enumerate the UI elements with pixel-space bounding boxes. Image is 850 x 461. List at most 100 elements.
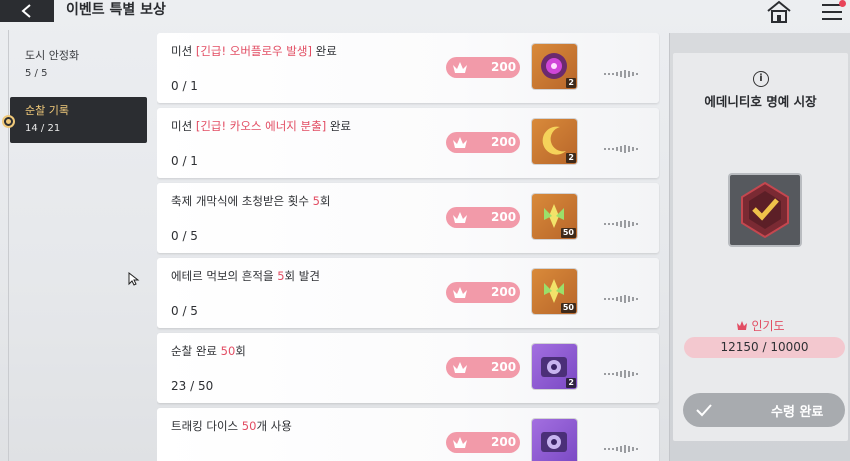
mission-title-text: 미션 xyxy=(171,44,196,58)
sidebar-item-label: 도시 안정화 xyxy=(25,49,80,62)
item-quantity: 50 xyxy=(560,303,576,313)
mission-title: 미션 [긴급! 카오스 에너지 분출] 완료 xyxy=(171,118,351,134)
mission-title-text: 축제 개막식에 초청받은 횟수 xyxy=(171,194,313,208)
mission-card[interactable]: 순찰 완료 50회 23 / 50 200 2 xyxy=(157,333,659,403)
popularity-value: 12150 / 10000 xyxy=(684,337,845,358)
reward-amount: 200 xyxy=(491,285,517,299)
mission-title: 미션 [긴급! 오버플로우 발생] 완료 xyxy=(171,43,337,59)
mission-title-text: 미션 xyxy=(171,119,196,133)
mission-title: 트래킹 다이스 50개 사용 xyxy=(171,418,292,434)
sidebar-item-count: 5 / 5 xyxy=(25,68,48,79)
mission-card[interactable]: 축제 개막식에 초청받은 횟수 5회 0 / 5 200 50 xyxy=(157,183,659,253)
checkmark-badge-icon xyxy=(730,175,800,245)
header: 이벤트 특별 보상 xyxy=(0,0,850,24)
popularity-icon xyxy=(737,321,748,330)
mission-title-text: 개 사용 xyxy=(256,419,292,433)
mission-list[interactable]: 미션 [긴급! 오버플로우 발생] 완료 0 / 1 200 2 미션 [긴급! 카오스… xyxy=(157,33,660,461)
sidebar-divider xyxy=(8,30,9,461)
popularity-icon xyxy=(451,284,469,302)
popularity-reward-pill: 200 xyxy=(446,132,520,153)
camera-icon[interactable]: 2 xyxy=(532,344,577,389)
sidebar-item-patrol-record[interactable]: 순찰 기록 14 / 21 xyxy=(10,97,147,143)
popularity-reward-pill: 200 xyxy=(446,432,520,453)
mission-title: 축제 개막식에 초청받은 횟수 5회 xyxy=(171,193,331,209)
item-quantity: 2 xyxy=(566,153,576,163)
claim-complete-button[interactable]: 수령 완료 xyxy=(683,393,845,427)
popularity-icon xyxy=(451,434,469,452)
mission-card[interactable]: 에테르 먹보의 흔적을 5회 발견 0 / 5 200 50 xyxy=(157,258,659,328)
mission-card[interactable]: 미션 [긴급! 카오스 에너지 분출] 완료 0 / 1 200 2 xyxy=(157,108,659,178)
reward-amount: 200 xyxy=(491,135,517,149)
home-icon xyxy=(767,0,791,23)
camera-icon[interactable] xyxy=(532,419,577,461)
mission-card[interactable]: 미션 [긴급! 오버플로우 발생] 완료 0 / 1 200 2 xyxy=(157,33,659,103)
check-icon xyxy=(696,404,712,417)
waveform-icon xyxy=(604,439,638,453)
item-quantity: 50 xyxy=(560,228,576,238)
wing-crystal-icon[interactable]: 50 xyxy=(532,194,577,239)
waveform-icon xyxy=(604,64,638,78)
mission-title-text: 회 xyxy=(235,344,246,358)
popularity-reward-pill: 200 xyxy=(446,357,520,378)
mission-progress: 0 / 1 xyxy=(171,154,198,168)
mission-title-text: 완료 xyxy=(311,44,337,58)
info-icon[interactable]: i xyxy=(753,71,769,87)
mission-title-text: 회 xyxy=(319,194,331,208)
active-marker xyxy=(2,115,15,128)
reward-amount: 200 xyxy=(491,435,517,449)
market-name: 에데니티호 명예 시장 xyxy=(704,94,817,109)
mission-title-text: 회 발견 xyxy=(284,269,320,283)
waveform-icon xyxy=(604,214,638,228)
moon-icon[interactable]: 2 xyxy=(532,119,577,164)
popularity-icon xyxy=(451,359,469,377)
mission-progress: 23 / 50 xyxy=(171,379,214,393)
claim-button-label: 수령 완료 xyxy=(771,404,824,420)
mission-title-highlight: 5 xyxy=(312,194,320,208)
sidebar-item-city-stabilization[interactable]: 도시 안정화 5 / 5 xyxy=(10,42,147,88)
popularity-icon xyxy=(451,59,469,77)
popularity-icon xyxy=(451,209,469,227)
notification-dot xyxy=(839,0,846,7)
mission-card[interactable]: 트래킹 다이스 50개 사용 200 xyxy=(157,408,659,461)
popularity-reward-pill: 200 xyxy=(446,57,520,78)
mission-title-text: 트래킹 다이스 xyxy=(171,419,242,433)
wing-crystal-icon[interactable]: 50 xyxy=(532,269,577,314)
mission-title-highlight: 50 xyxy=(241,419,257,433)
sidebar: 도시 안정화 5 / 5 순찰 기록 14 / 21 xyxy=(0,30,155,461)
mission-title-highlight: 50 xyxy=(220,344,236,358)
mission-title-text: 완료 xyxy=(326,119,352,133)
back-arrow-icon xyxy=(21,4,31,18)
item-quantity: 2 xyxy=(566,78,576,88)
mission-title-text: 에테르 먹보의 흔적을 xyxy=(171,269,278,283)
waveform-icon xyxy=(604,364,638,378)
popularity-icon xyxy=(451,134,469,152)
sidebar-item-count: 14 / 21 xyxy=(25,123,61,134)
mouse-cursor-icon xyxy=(128,272,140,286)
mission-title: 순찰 완료 50회 xyxy=(171,343,246,359)
sidebar-item-label: 순찰 기록 xyxy=(25,104,69,117)
mission-title-highlight: 5 xyxy=(277,269,285,283)
menu-button[interactable] xyxy=(818,0,848,24)
popularity-label-text: 인기도 xyxy=(751,319,785,333)
mission-title-highlight: [긴급! 오버플로우 발생] xyxy=(195,44,312,58)
mission-title-text: 순찰 완료 xyxy=(171,344,221,358)
mission-title-highlight: [긴급! 카오스 에너지 분출] xyxy=(195,119,327,133)
page-title: 이벤트 특별 보상 xyxy=(66,2,166,18)
back-button[interactable] xyxy=(0,0,54,22)
mission-progress: 0 / 5 xyxy=(171,229,198,243)
popularity-label: 인기도 xyxy=(670,317,850,334)
reward-amount: 200 xyxy=(491,210,517,224)
popularity-reward-pill: 200 xyxy=(446,282,520,303)
popularity-reward-pill: 200 xyxy=(446,207,520,228)
panel-frame xyxy=(673,53,848,441)
reward-amount: 200 xyxy=(491,60,517,74)
purple-gem-icon[interactable]: 2 xyxy=(532,44,577,89)
waveform-icon xyxy=(604,289,638,303)
home-button[interactable] xyxy=(764,0,794,24)
mission-progress: 0 / 5 xyxy=(171,304,198,318)
mission-progress: 0 / 1 xyxy=(171,79,198,93)
waveform-icon xyxy=(604,139,638,153)
reward-amount: 200 xyxy=(491,360,517,374)
mission-title: 에테르 먹보의 흔적을 5회 발견 xyxy=(171,268,320,284)
item-quantity: 2 xyxy=(566,378,576,388)
